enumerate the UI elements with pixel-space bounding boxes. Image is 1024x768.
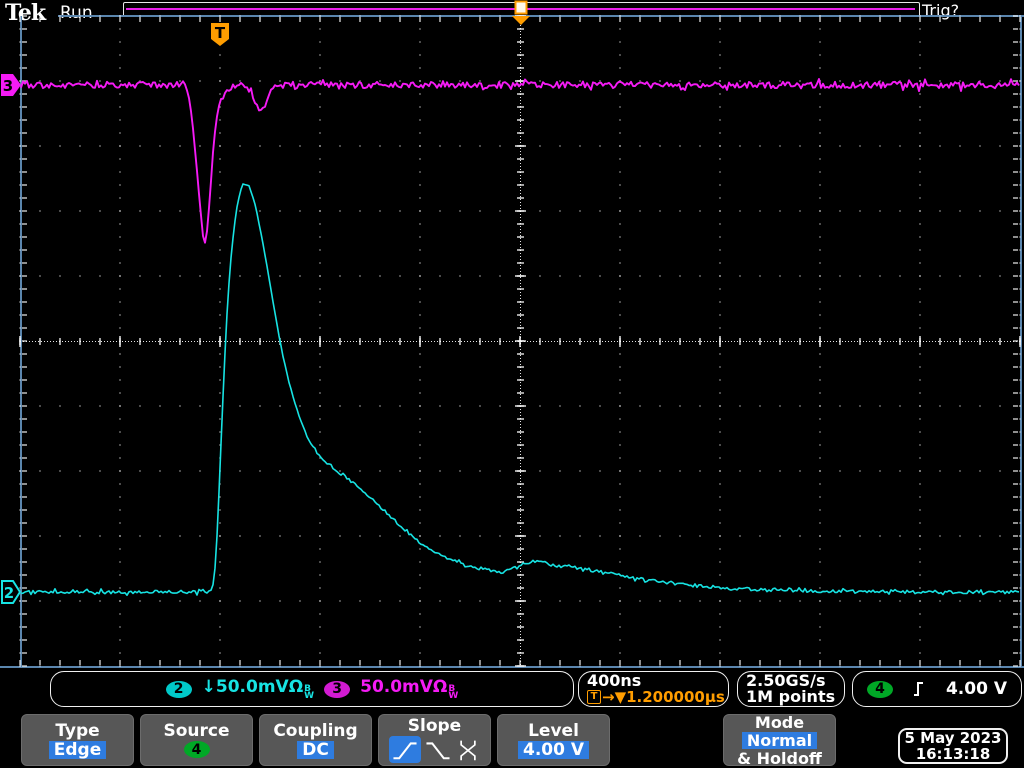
menu-mode-button[interactable]: Mode Normal & Holdoff	[723, 712, 836, 768]
mode-value: Normal	[741, 731, 818, 749]
acquisition-readout-box: 2.50GS/s 1M points	[737, 671, 845, 707]
trigger-position-arrow-icon[interactable]	[512, 16, 530, 25]
menu-slope-button[interactable]: Slope	[378, 714, 491, 766]
tek-logo: Tek	[5, 0, 46, 26]
rising-edge-icon	[914, 682, 924, 696]
date-text: 5 May 2023	[904, 729, 1002, 747]
frame-left	[20, 16, 22, 667]
time-text: 16:13:18	[915, 745, 991, 763]
coupling-value: DC	[297, 740, 334, 759]
ch2-position-marker[interactable]	[1, 580, 22, 604]
ch3-position-marker[interactable]	[1, 74, 21, 96]
ch2-position-label: 2	[4, 584, 14, 602]
either-slope-icon[interactable]	[455, 738, 481, 762]
type-label: Type	[55, 720, 100, 741]
level-value: 4.00 V	[517, 740, 590, 759]
level-label: Level	[528, 720, 579, 741]
mode-label: Mode	[754, 712, 805, 732]
horizontal-readout-box: 400ns T →▼ 1.200000µs	[578, 671, 729, 707]
ch2-trace	[20, 183, 1020, 597]
trigger-readout-box: 4 4.00 V	[852, 671, 1022, 707]
source-label: Source	[163, 721, 230, 741]
frame-right	[1020, 16, 1022, 667]
channel-readout-box: 2 ↓50.0mVΩ B W 3 50.0mVΩ B W	[50, 671, 574, 707]
trigger-t-icon: T	[587, 690, 601, 704]
falling-slope-icon[interactable]	[424, 738, 452, 762]
run-status: Run	[60, 3, 93, 23]
frame-bottom	[0, 666, 1024, 668]
trigger-time-marker-icon[interactable]	[211, 23, 229, 46]
menu-source-button[interactable]: Source 4	[140, 714, 253, 766]
trigger-time-marker-label: T	[215, 24, 226, 42]
trigger-source-badge: 4	[867, 680, 893, 698]
coupling-label: Coupling	[273, 720, 358, 741]
menu-coupling-button[interactable]: Coupling DC	[259, 714, 372, 766]
menu-type-button[interactable]: Type Edge	[21, 714, 134, 766]
ch3-trace	[20, 78, 1020, 244]
timebase-readout: 400ns	[587, 671, 642, 690]
waveform-display: T 3 2	[0, 0, 1024, 668]
delay-readout: T →▼ 1.200000µs	[587, 689, 725, 705]
rising-slope-icon	[392, 741, 417, 759]
ch2-scale-readout: ↓50.0mVΩ B W	[201, 677, 315, 701]
type-value: Edge	[48, 740, 107, 759]
slope-label: Slope	[407, 716, 462, 736]
source-value-badge: 4	[183, 741, 210, 758]
trigger-status-text: Trig?	[922, 1, 960, 20]
record-length-readout: 1M points	[746, 687, 836, 706]
acquisition-bar	[123, 2, 920, 17]
oscilloscope-screen: Tek Run Trig? T 3 2 2 ↓50.0mVΩ B W 3 50.0m…	[0, 0, 1024, 768]
ch2-badge[interactable]: 2	[165, 680, 192, 698]
menu-level-button[interactable]: Level 4.00 V	[497, 714, 610, 766]
waveform-traces	[20, 78, 1020, 597]
mode-value2: & Holdoff	[737, 748, 822, 768]
ch3-scale-readout: 50.0mVΩ B W	[360, 677, 459, 701]
datetime-box: 5 May 2023 16:13:18	[898, 728, 1008, 764]
slope-rising-selected[interactable]	[388, 736, 421, 763]
trigger-level-readout: 4.00 V	[945, 679, 1007, 699]
graticule	[19, 15, 1021, 667]
ch3-position-label: 3	[3, 77, 13, 95]
ch3-preview-line	[126, 8, 915, 10]
ch3-badge[interactable]: 3	[324, 680, 351, 698]
